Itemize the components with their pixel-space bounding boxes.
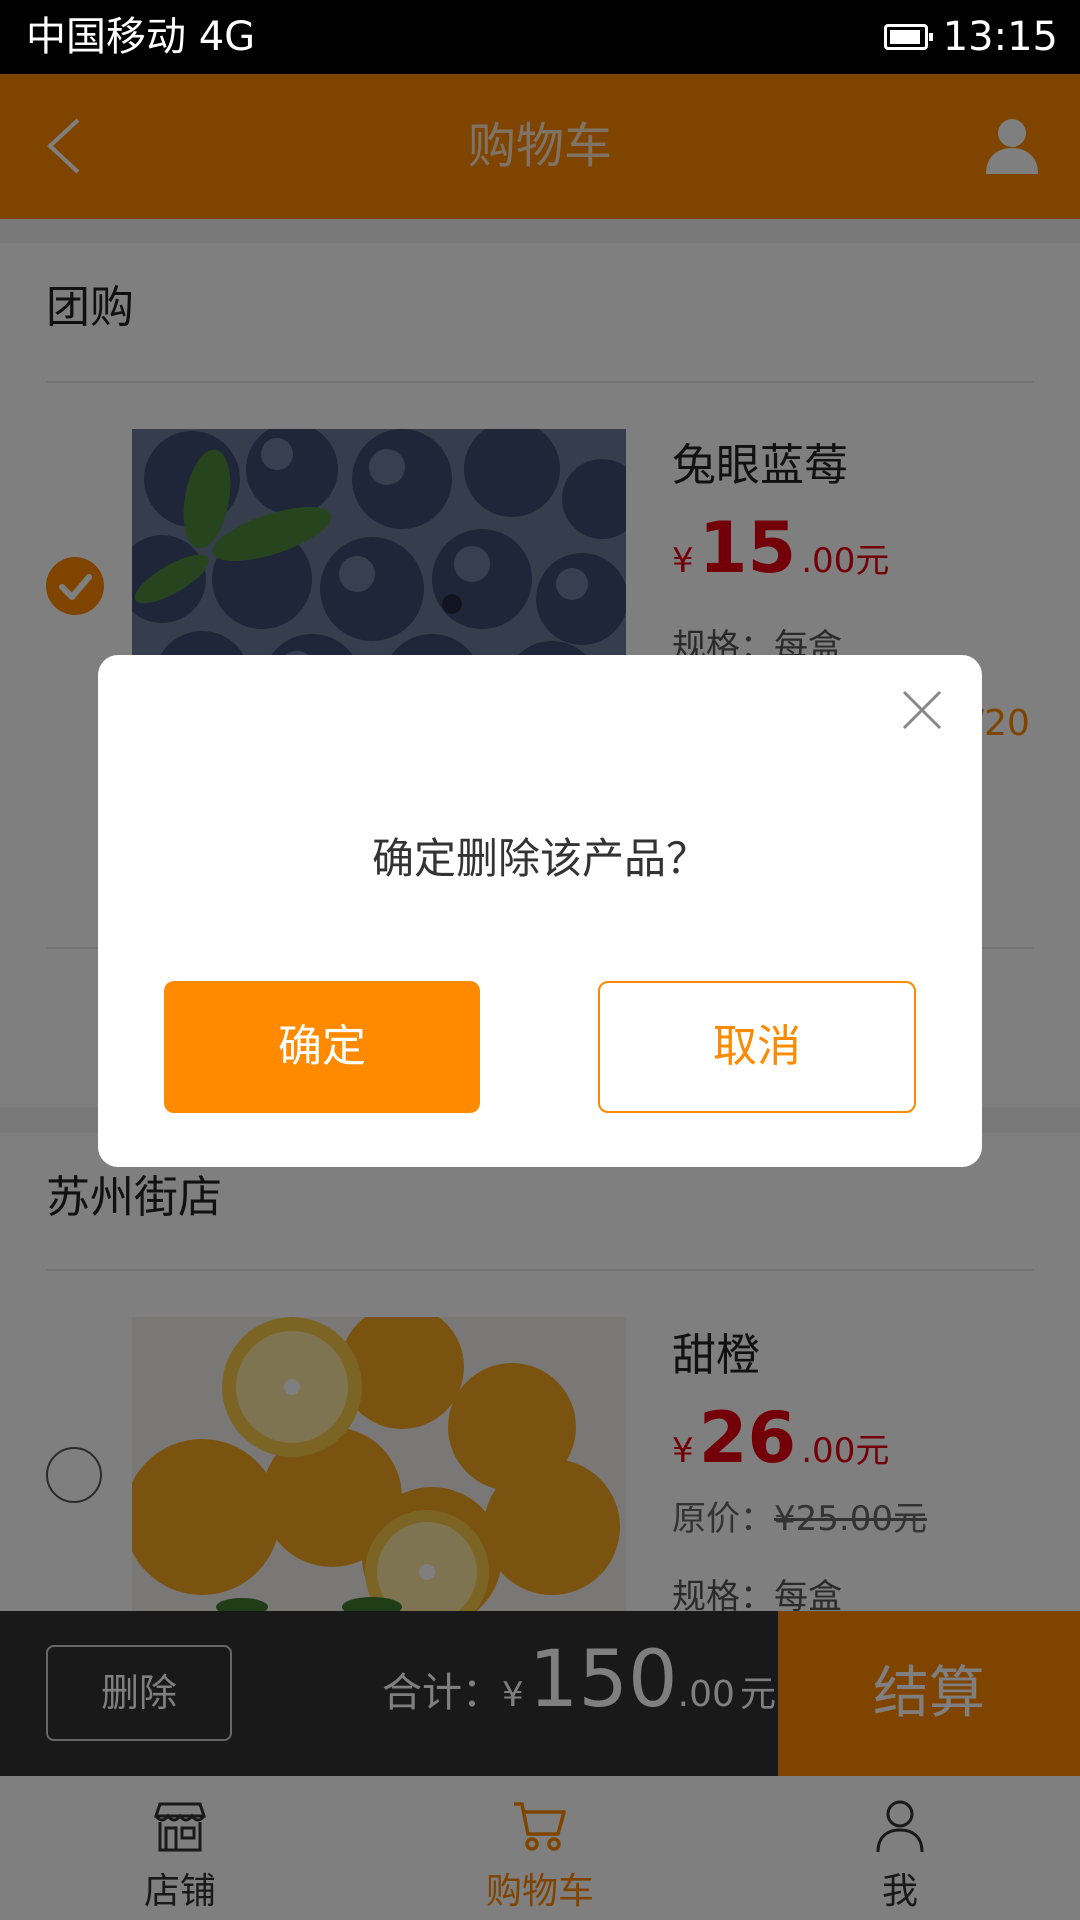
battery-icon <box>884 24 933 50</box>
dialog-message: 确定删除该产品？ <box>371 834 708 883</box>
cancel-button[interactable]: 取消 <box>598 981 916 1113</box>
confirm-delete-dialog: 确定删除该产品？ 确定 取消 <box>98 655 982 1167</box>
carrier-label: 中国移动 4G <box>26 14 256 60</box>
close-icon <box>902 690 942 730</box>
status-bar: 中国移动 4G 13:15 <box>0 0 1080 74</box>
close-button[interactable] <box>900 688 944 732</box>
clock: 13:15 <box>942 14 1058 60</box>
confirm-button[interactable]: 确定 <box>164 981 480 1113</box>
